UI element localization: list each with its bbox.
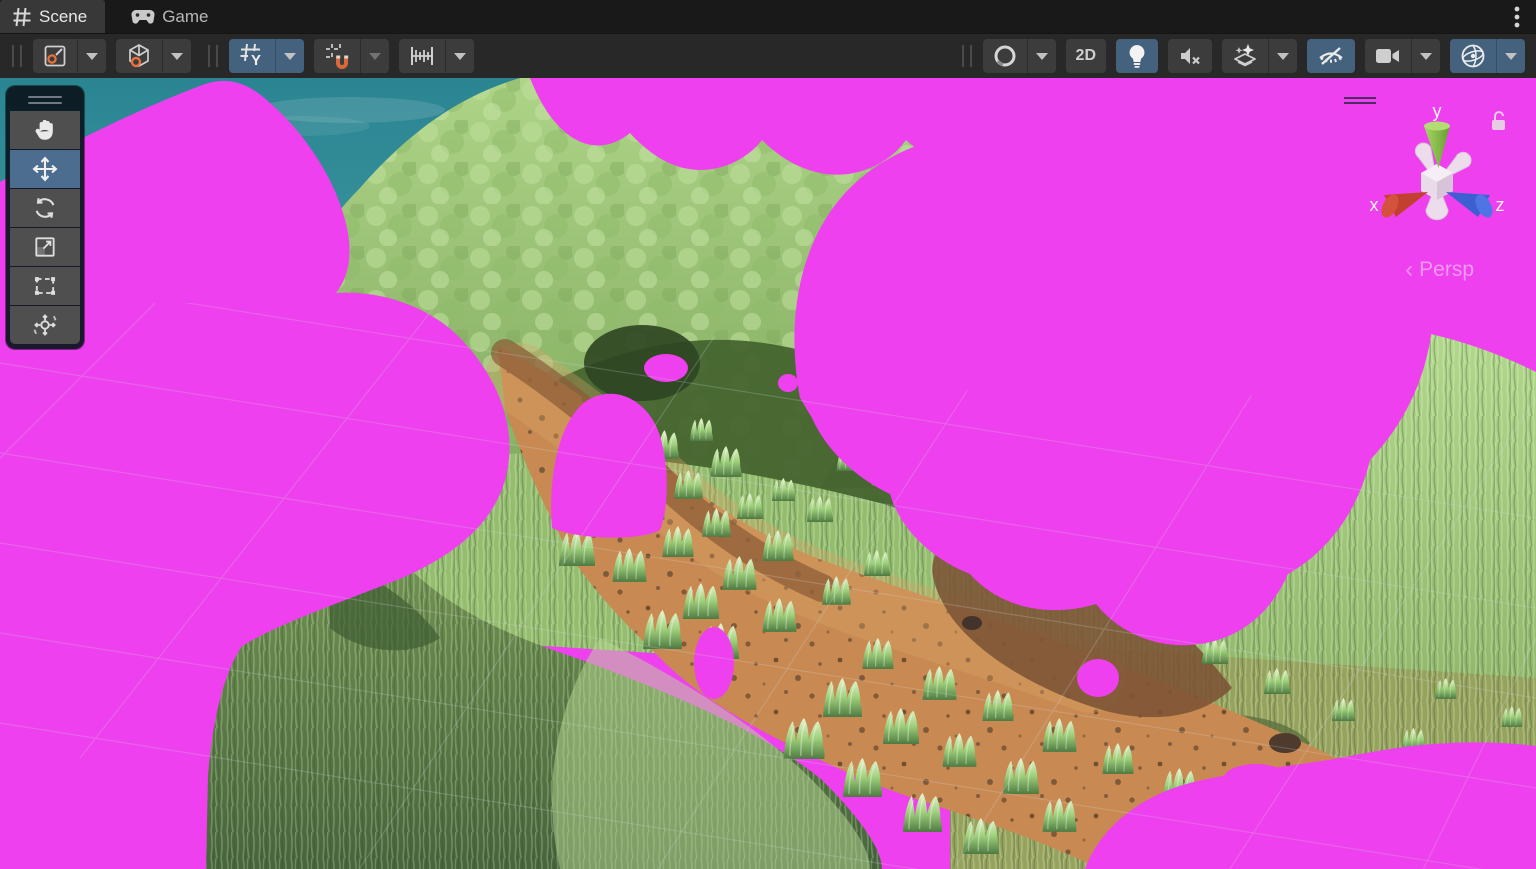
camera-settings-dropdown[interactable]	[1411, 39, 1440, 73]
scene-grid-icon	[12, 7, 32, 27]
tools-overlay-drag-handle[interactable]	[10, 90, 80, 110]
gizmos-toggle-button[interactable]	[1450, 39, 1525, 73]
scale-icon	[32, 234, 58, 260]
chevron-down-icon	[1036, 53, 1048, 60]
toolbar-drag-handle[interactable]	[962, 45, 972, 67]
snap-increment-dropdown[interactable]	[445, 39, 474, 73]
grid-snap-magnet-icon	[314, 39, 360, 73]
rotate-tool-button[interactable]	[10, 189, 80, 227]
gizmo-sphere-icon	[1450, 39, 1496, 73]
tool-handle-position-button[interactable]	[33, 39, 106, 73]
tool-handle-rotation-button[interactable]	[116, 39, 191, 73]
grid-visibility-dropdown[interactable]	[275, 39, 304, 73]
z-axis-label[interactable]: z	[1496, 195, 1505, 215]
svg-text:Y: Y	[251, 52, 261, 69]
audio-muted-icon	[1168, 39, 1212, 73]
chevron-down-icon	[1420, 53, 1432, 60]
gizmos-dropdown[interactable]	[1496, 39, 1525, 73]
small-tree-blob	[1077, 659, 1119, 697]
gizmo-overlay-drag-handle[interactable]	[1344, 94, 1376, 107]
chevron-down-icon	[454, 53, 466, 60]
scene-lighting-toggle-button[interactable]	[1116, 39, 1158, 73]
cube-orientation-icon	[116, 39, 162, 73]
tab-game[interactable]: Game	[119, 0, 226, 33]
small-tree-blob	[778, 374, 798, 392]
y-axis-label[interactable]: y	[1433, 101, 1442, 121]
toolbar-drag-handle[interactable]	[12, 45, 22, 67]
tab-scene-label: Scene	[39, 7, 87, 27]
shading-mode-button[interactable]	[983, 39, 1056, 73]
chevron-down-icon	[171, 53, 183, 60]
eye-slash-icon	[1307, 39, 1355, 73]
rect-tool-button[interactable]	[10, 267, 80, 305]
tab-scene[interactable]: Scene	[0, 0, 105, 33]
grid-y-icon: Y	[229, 39, 275, 73]
toolbar-drag-handle[interactable]	[208, 45, 218, 67]
small-tree-blob	[644, 354, 688, 382]
hand-icon	[32, 117, 58, 143]
scene-view-toolbar: Y	[0, 33, 1536, 78]
chevron-left-icon: ‹	[1405, 258, 1413, 282]
scene-viewport-render[interactable]: y x z	[0, 78, 1536, 869]
move-tool-button[interactable]	[10, 150, 80, 188]
grid-snapping-button[interactable]	[314, 39, 389, 73]
camera-icon	[1365, 39, 1411, 73]
kebab-menu-icon[interactable]	[1506, 4, 1528, 30]
small-tree-blob	[1224, 764, 1288, 792]
x-axis-label[interactable]: x	[1370, 195, 1379, 215]
editor-tab-bar: Scene Game	[0, 0, 1536, 33]
scale-tool-button[interactable]	[10, 228, 80, 266]
audio-toggle-button[interactable]	[1168, 39, 1212, 73]
effects-icon	[1222, 39, 1268, 73]
grid-visibility-button[interactable]: Y	[229, 39, 304, 73]
scene-visibility-toggle-button[interactable]	[1307, 39, 1355, 73]
tab-game-label: Game	[162, 7, 208, 27]
chevron-down-icon	[369, 53, 381, 60]
camera-settings-button[interactable]	[1365, 39, 1440, 73]
effects-dropdown[interactable]	[1268, 39, 1297, 73]
gamepad-icon	[131, 9, 155, 25]
rotate-icon	[31, 194, 59, 222]
rect-icon	[31, 272, 59, 300]
chevron-down-icon	[1505, 53, 1517, 60]
transform-icon	[31, 311, 59, 339]
view-2d-label: 2D	[1076, 47, 1096, 65]
projection-toggle[interactable]: ‹ Persp	[1405, 258, 1474, 282]
effects-toggle-button[interactable]	[1222, 39, 1297, 73]
transform-tool-button[interactable]	[10, 306, 80, 344]
snap-increment-icon	[399, 39, 445, 73]
snap-increment-button[interactable]	[399, 39, 474, 73]
chevron-down-icon	[284, 53, 296, 60]
move-arrows-icon	[31, 155, 59, 183]
grid-snapping-dropdown[interactable]	[360, 39, 389, 73]
view-tool-button[interactable]	[10, 111, 80, 149]
view-2d-toggle-button[interactable]: 2D	[1066, 39, 1106, 73]
chevron-down-icon	[1277, 53, 1289, 60]
shaded-sphere-icon	[983, 39, 1027, 73]
tools-overlay	[6, 86, 84, 349]
shading-mode-dropdown[interactable]	[1027, 39, 1056, 73]
projection-label: Persp	[1419, 258, 1474, 282]
rock	[962, 616, 982, 630]
tool-handle-rotation-dropdown[interactable]	[162, 39, 191, 73]
small-tree-blob	[694, 627, 734, 699]
chevron-down-icon	[86, 53, 98, 60]
scene-viewport[interactable]: y x z ‹ Persp	[0, 78, 1536, 869]
pivot-icon	[33, 39, 77, 73]
light-bulb-icon	[1116, 39, 1158, 73]
tool-handle-position-dropdown[interactable]	[77, 39, 106, 73]
